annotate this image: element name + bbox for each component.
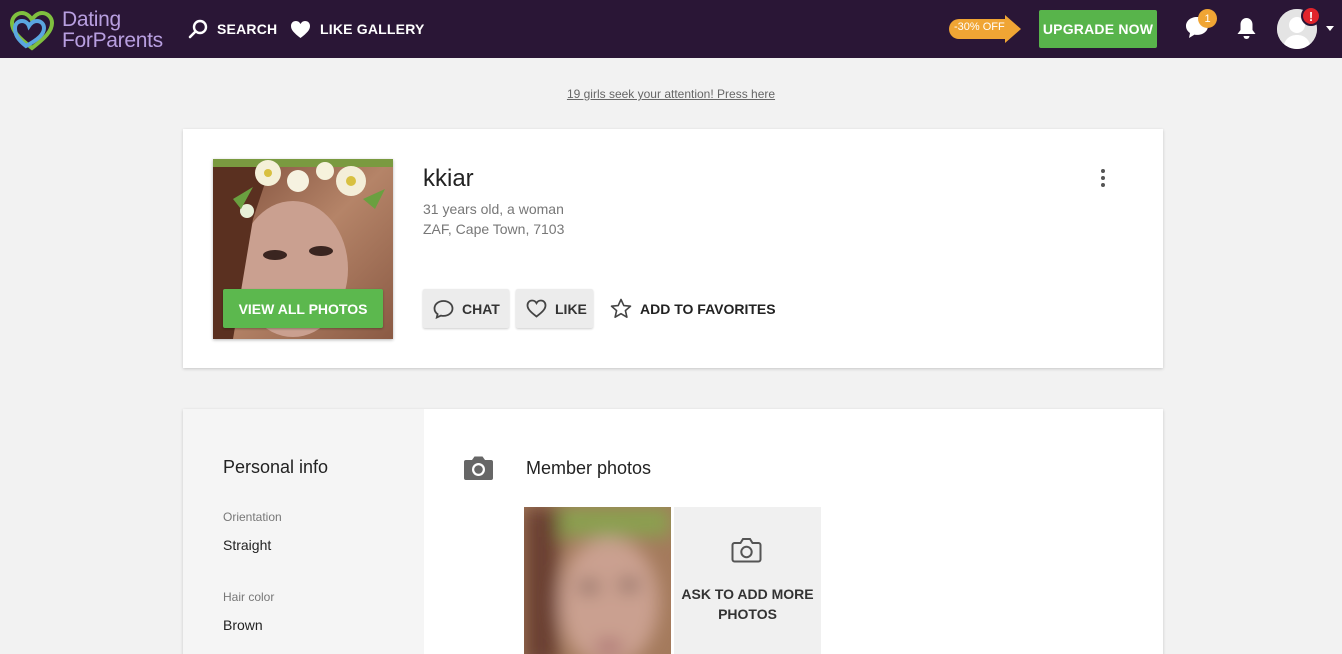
profile-username: kkiar	[423, 165, 474, 192]
more-options-icon[interactable]	[1099, 169, 1107, 189]
like-label: LIKE	[555, 300, 587, 317]
like-button[interactable]: LIKE	[516, 289, 593, 328]
personal-info-title: Personal info	[223, 457, 329, 477]
logo-line-1: Dating	[62, 8, 121, 31]
top-bar: Dating ForParents SEARCH LIKE GALLERY -3…	[0, 0, 1342, 58]
more-dot	[1101, 176, 1105, 180]
messages-count-badge: 1	[1198, 9, 1217, 28]
nav-search-label: SEARCH	[217, 21, 278, 37]
chat-button[interactable]: CHAT	[423, 289, 509, 328]
member-photos-title: Member photos	[526, 458, 652, 478]
add-to-favorites-button[interactable]: ADD TO FAVORITES	[610, 289, 776, 328]
profile-card: VIEW ALL PHOTOS kkiar 31 years old, a wo…	[183, 129, 1163, 368]
more-dot	[1101, 183, 1105, 187]
chat-bubble-icon	[433, 299, 454, 319]
camera-icon	[464, 456, 493, 480]
orientation-label: Orientation	[223, 510, 282, 524]
logo-line-2: ForParents	[62, 29, 163, 52]
personal-info-panel: Personal info Orientation Straight Hair …	[183, 409, 424, 654]
promo-link[interactable]: 19 girls seek your attention! Press here	[567, 87, 775, 101]
chevron-down-icon[interactable]	[1326, 26, 1334, 31]
site-logo[interactable]: Dating ForParents	[9, 8, 169, 52]
details-card: Personal info Orientation Straight Hair …	[183, 409, 1163, 654]
logo-text: Dating ForParents	[62, 9, 163, 51]
nav-like-gallery-label: LIKE GALLERY	[320, 21, 425, 37]
hair-color-value: Brown	[223, 617, 263, 633]
search-icon	[188, 19, 208, 39]
chat-label: CHAT	[462, 300, 500, 317]
ask-more-line-1: ASK TO ADD MORE	[681, 586, 814, 602]
bell-icon[interactable]	[1236, 17, 1257, 41]
star-icon	[610, 298, 632, 318]
profile-alert-badge: !	[1301, 6, 1321, 26]
camera-outline-icon	[731, 538, 762, 563]
member-photo-thumbnail[interactable]	[524, 507, 671, 654]
heart-logo-icon	[9, 10, 55, 51]
discount-badge[interactable]: -30% OFF	[949, 15, 1021, 43]
profile-age-gender: 31 years old, a woman	[423, 201, 564, 217]
promo-banner: 19 girls seek your attention! Press here	[0, 87, 1342, 101]
ask-more-photos-tile[interactable]: ASK TO ADD MORE PHOTOS	[674, 507, 821, 654]
blurred-photo-image	[524, 507, 671, 654]
nav-like-gallery[interactable]: LIKE GALLERY	[290, 18, 425, 40]
orientation-value: Straight	[223, 537, 272, 553]
favorites-label: ADD TO FAVORITES	[640, 300, 776, 317]
ask-more-photos-label: ASK TO ADD MORE PHOTOS	[674, 584, 821, 624]
hair-color-label: Hair color	[223, 590, 275, 604]
heart-outline-icon	[526, 299, 547, 318]
discount-label: -30% OFF	[954, 21, 1005, 33]
nav-search[interactable]: SEARCH	[188, 18, 277, 40]
view-all-photos-button[interactable]: VIEW ALL PHOTOS	[223, 289, 383, 328]
upgrade-now-button[interactable]: UPGRADE NOW	[1039, 10, 1157, 48]
profile-photo[interactable]: VIEW ALL PHOTOS	[213, 159, 393, 339]
more-dot	[1101, 169, 1105, 173]
ask-more-line-2: PHOTOS	[718, 606, 777, 622]
profile-location: ZAF, Cape Town, 7103	[423, 221, 565, 237]
heart-icon	[291, 20, 310, 38]
